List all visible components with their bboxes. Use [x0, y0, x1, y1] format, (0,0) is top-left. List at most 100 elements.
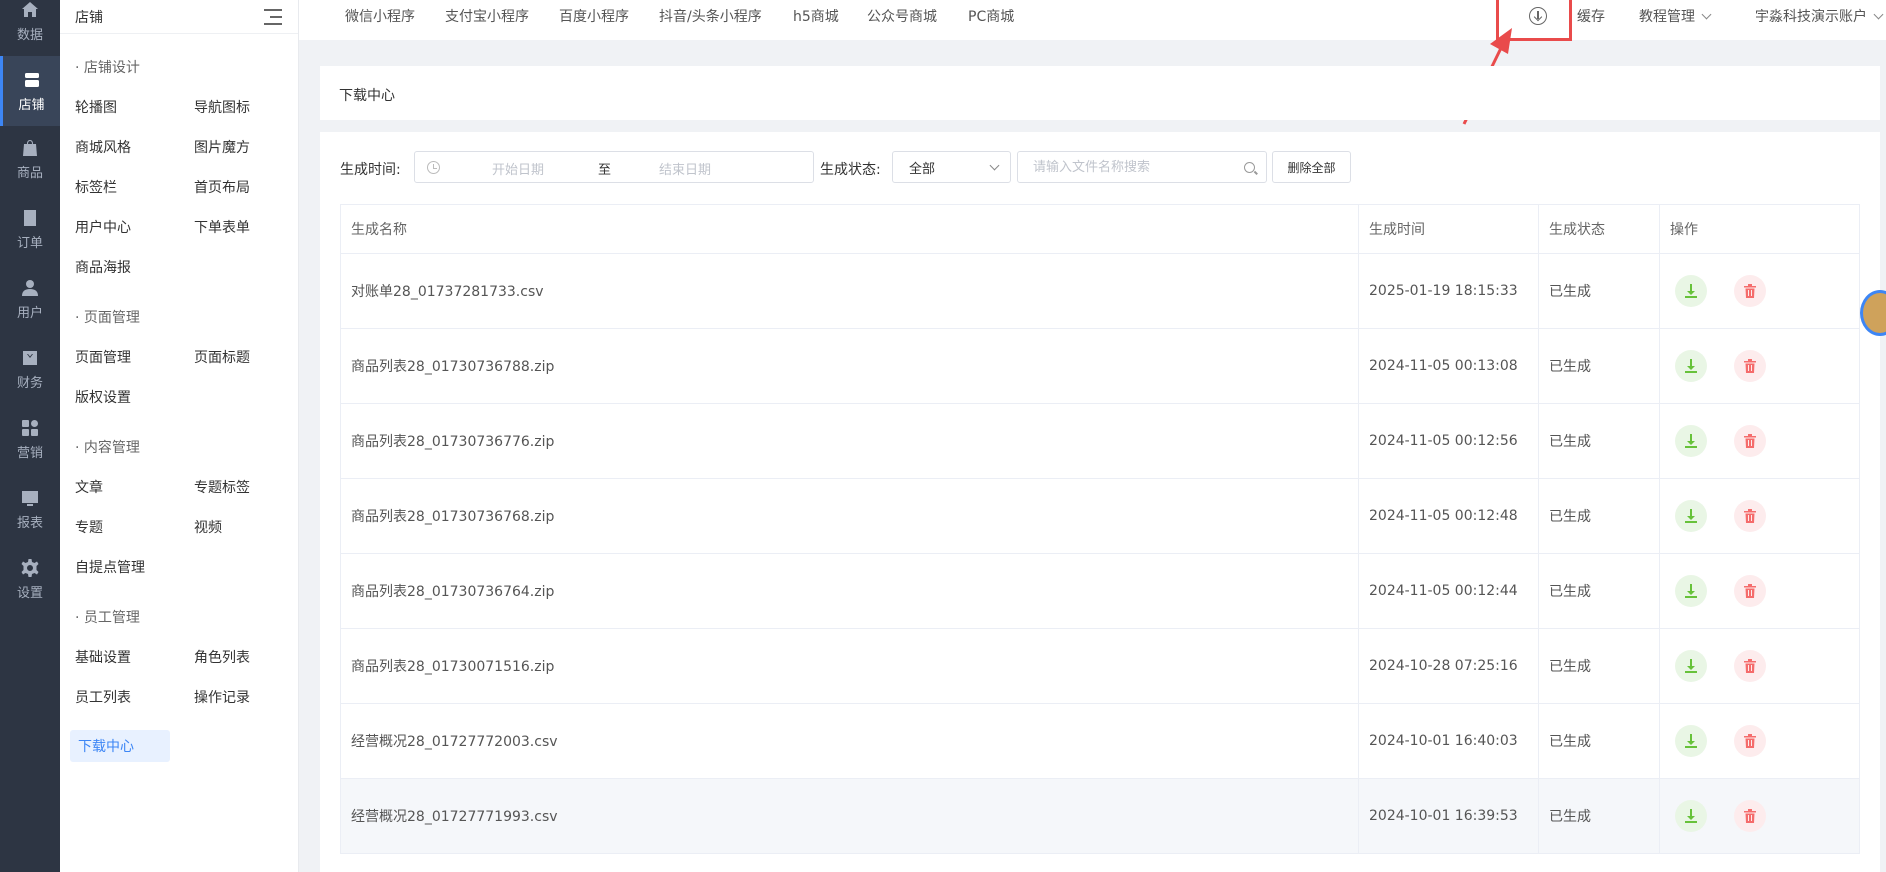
download-button[interactable]: [1675, 725, 1707, 757]
sidebar-header: 店铺: [60, 0, 298, 34]
generated-time-cell: 2024-11-05 00:12:56: [1358, 403, 1539, 479]
tab-official-account-mall[interactable]: 公众号商城: [867, 6, 937, 26]
tab-h5-mall[interactable]: h5商城: [793, 6, 839, 26]
rail-label: 店铺: [18, 97, 45, 113]
column-header-name: 生成名称: [340, 204, 1359, 254]
chevron-down-icon: [989, 160, 1000, 171]
sidebar-item-article[interactable]: 文章: [75, 477, 103, 497]
sidebar-item-page-manage[interactable]: 页面管理: [75, 347, 131, 367]
delete-button[interactable]: [1734, 650, 1766, 682]
tab-douyin-mini[interactable]: 抖音/头条小程序: [659, 6, 762, 26]
rail-item-settings[interactable]: 设置: [0, 546, 60, 612]
sidebar-item-goods-poster[interactable]: 商品海报: [75, 257, 131, 277]
trash-icon: [1742, 808, 1758, 824]
generated-time-cell: 2024-10-28 07:25:16: [1358, 628, 1539, 704]
sidebar-item-download-center[interactable]: 下载中心: [70, 730, 170, 762]
clock-icon: [427, 161, 440, 174]
actions-cell: [1659, 478, 1860, 554]
rail-item-users[interactable]: 用户: [0, 266, 60, 332]
tab-pc-mall[interactable]: PC商城: [968, 6, 1014, 26]
generated-time-cell: 2024-11-05 00:12:44: [1358, 553, 1539, 629]
sidebar-item-tabbar[interactable]: 标签栏: [75, 177, 117, 197]
sidebar-item-banner[interactable]: 轮播图: [75, 97, 117, 117]
download-icon: [1683, 283, 1699, 299]
delete-button[interactable]: [1734, 500, 1766, 532]
rail-item-data[interactable]: 数据: [0, 0, 60, 54]
rail-label: 订单: [16, 235, 43, 251]
sidebar-item-home-layout[interactable]: 首页布局: [194, 177, 250, 197]
rail-label: 报表: [16, 515, 43, 531]
download-button[interactable]: [1675, 425, 1707, 457]
sidebar-item-operation-log[interactable]: 操作记录: [194, 687, 250, 707]
rail-label: 财务: [16, 375, 43, 391]
delete-button[interactable]: [1734, 575, 1766, 607]
download-button[interactable]: [1675, 350, 1707, 382]
rail-item-finance[interactable]: 财务: [0, 336, 60, 402]
file-name-cell: 商品列表28_01730736768.zip: [340, 478, 1359, 554]
table-row: 经营概况28_01727772003.csv 2024-10-01 16:40:0…: [340, 703, 1860, 779]
delete-button[interactable]: [1734, 275, 1766, 307]
table-row: 经营概况28_01727771993.csv 2024-10-01 16:39:5…: [340, 778, 1860, 854]
delete-button[interactable]: [1734, 350, 1766, 382]
status-cell: 已生成: [1538, 478, 1660, 554]
table-row: 商品列表28_01730736788.zip 2024-11-05 00:13:0…: [340, 328, 1860, 404]
file-name-cell: 经营概况28_01727772003.csv: [340, 703, 1359, 779]
sidebar-item-pickup[interactable]: 自提点管理: [75, 557, 145, 577]
generated-time-cell: 2024-11-05 00:12:48: [1358, 478, 1539, 554]
file-name-cell: 经营概况28_01727771993.csv: [340, 778, 1359, 854]
download-button[interactable]: [1675, 650, 1707, 682]
sidebar-item-copyright[interactable]: 版权设置: [75, 387, 131, 407]
store-sidebar: 店铺 · 店铺设计 轮播图 导航图标 商城风格 图片魔方 标签栏 首页布局 用户…: [60, 0, 299, 872]
main-nav-rail: 数据 店铺 商品 订单 用户 财务 营销 报表 设置: [0, 0, 60, 872]
home-icon: [22, 1, 38, 17]
trash-icon: [1742, 658, 1758, 674]
search-icon[interactable]: [1244, 162, 1255, 173]
date-range-picker[interactable]: 开始日期 至 结束日期: [414, 151, 814, 183]
status-select[interactable]: 全部: [892, 151, 1011, 183]
tab-alipay-mini[interactable]: 支付宝小程序: [445, 6, 529, 26]
rail-item-marketing[interactable]: 营销: [0, 406, 60, 472]
rail-item-orders[interactable]: 订单: [0, 196, 60, 262]
sidebar-item-page-title[interactable]: 页面标题: [194, 347, 250, 367]
group-title-staff-manage: · 员工管理: [75, 610, 140, 626]
sidebar-item-image-cube[interactable]: 图片魔方: [194, 137, 250, 157]
sidebar-item-user-center[interactable]: 用户中心: [75, 217, 131, 237]
sidebar-item-role-list[interactable]: 角色列表: [194, 647, 250, 667]
tab-baidu-mini[interactable]: 百度小程序: [559, 6, 629, 26]
sidebar-item-staff-list[interactable]: 员工列表: [75, 687, 131, 707]
column-header-actions: 操作: [1659, 204, 1860, 254]
rail-item-store[interactable]: 店铺: [0, 56, 60, 126]
download-button[interactable]: [1675, 575, 1707, 607]
user-icon: [22, 279, 38, 296]
download-button[interactable]: [1675, 800, 1707, 832]
sidebar-item-mall-style[interactable]: 商城风格: [75, 137, 131, 157]
page-title: 下载中心: [339, 88, 395, 104]
sidebar-item-nav-icons[interactable]: 导航图标: [194, 97, 250, 117]
delete-button[interactable]: [1734, 725, 1766, 757]
sidebar-item-video[interactable]: 视频: [194, 517, 222, 537]
grid-icon: [22, 419, 38, 436]
delete-button[interactable]: [1734, 800, 1766, 832]
tutorial-menu[interactable]: 教程管理: [1639, 6, 1712, 26]
tab-wechat-mini[interactable]: 微信小程序: [345, 6, 415, 26]
status-select-value: 全部: [909, 162, 936, 177]
collapse-menu-icon[interactable]: [264, 8, 282, 25]
sidebar-item-topic-tags[interactable]: 专题标签: [194, 477, 250, 497]
sidebar-item-order-form[interactable]: 下单表单: [194, 217, 250, 237]
download-button[interactable]: [1675, 500, 1707, 532]
rail-item-goods[interactable]: 商品: [0, 126, 60, 192]
actions-cell: [1659, 253, 1860, 329]
delete-all-button[interactable]: 删除全部: [1272, 151, 1351, 183]
file-search-input[interactable]: [1017, 151, 1267, 183]
tutorial-label: 教程管理: [1639, 9, 1695, 25]
generated-time-cell: 2024-10-01 16:40:03: [1358, 703, 1539, 779]
sidebar-item-basic-settings[interactable]: 基础设置: [75, 647, 131, 667]
rail-label: 用户: [16, 305, 43, 321]
sidebar-item-topic[interactable]: 专题: [75, 517, 103, 537]
rail-item-reports[interactable]: 报表: [0, 476, 60, 542]
delete-button[interactable]: [1734, 425, 1766, 457]
group-title-page-manage: · 页面管理: [75, 310, 140, 326]
account-menu[interactable]: 宇淼科技演示账户: [1755, 6, 1884, 26]
cache-link[interactable]: 缓存: [1577, 6, 1605, 26]
download-button[interactable]: [1675, 275, 1707, 307]
